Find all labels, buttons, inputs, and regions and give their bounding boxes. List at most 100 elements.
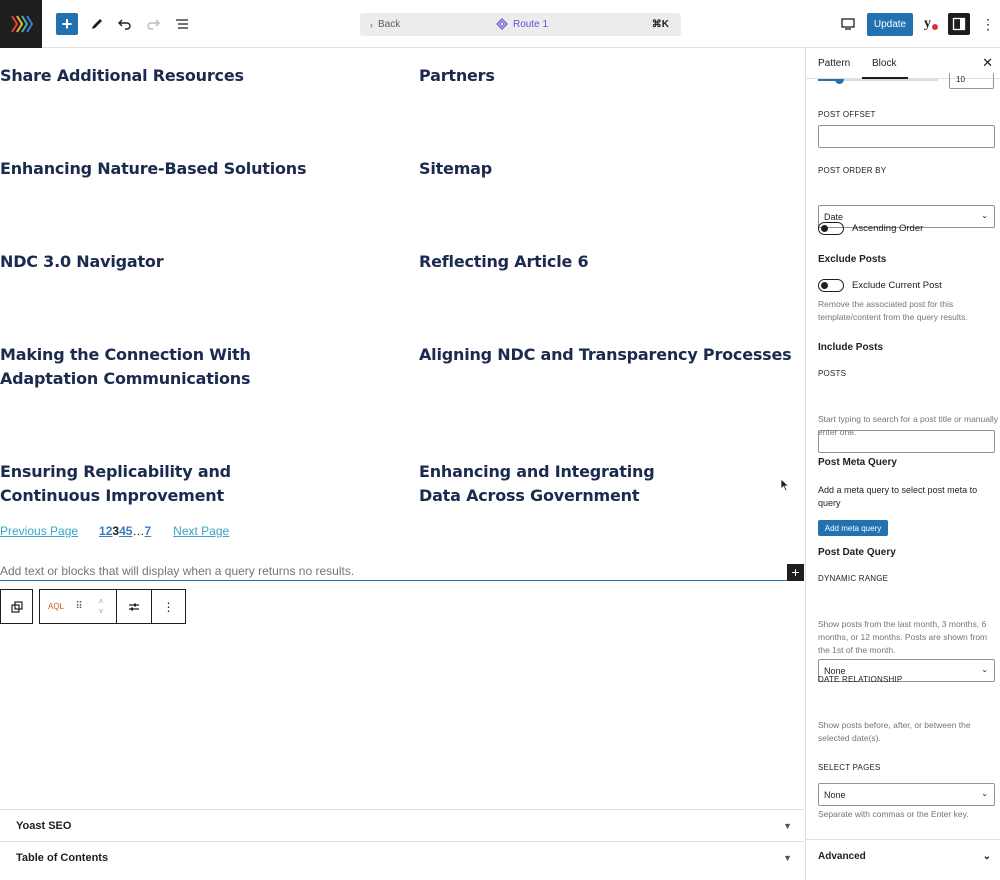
mouse-cursor-icon (780, 478, 790, 492)
dynamic-range-help-text: Show posts from the last month, 3 months… (818, 619, 988, 655)
redo-button[interactable] (141, 12, 165, 36)
ascending-order-toggle[interactable] (818, 222, 844, 235)
tab-pattern[interactable]: Pattern (818, 58, 850, 69)
block-type-button[interactable]: AQL (40, 590, 72, 623)
next-page-link[interactable]: Next Page (173, 524, 229, 538)
block-editor: + ‹ Back Route 1 ⌘K Update y ⋮ Share Add… (0, 0, 1000, 880)
meta-box-table-of-contents[interactable]: Table of Contents ▼ (0, 841, 804, 873)
pencil-icon (92, 19, 102, 29)
post-offset-label: POST OFFSET (818, 110, 876, 119)
meta-query-help-text: Add a meta query to select post meta to … (818, 485, 978, 508)
post-title[interactable]: Partners (419, 64, 495, 88)
post-title[interactable]: Reflecting Article 6 (419, 250, 589, 274)
exclude-current-toggle[interactable] (818, 279, 844, 292)
no-results-placeholder[interactable]: Add text or blocks that will display whe… (0, 564, 804, 581)
pattern-icon (496, 18, 508, 30)
chevron-down-icon: ⌄ (981, 789, 988, 798)
site-logo-button[interactable] (0, 0, 42, 48)
post-offset-input[interactable] (818, 125, 995, 148)
date-relationship-value: None (824, 789, 846, 800)
yoast-icon: y (924, 16, 931, 31)
post-title[interactable]: Sitemap (419, 157, 492, 181)
page-number-link[interactable]: 5 (126, 524, 133, 538)
command-shortcut: ⌘K (651, 19, 669, 30)
exclude-current-toggle-row[interactable]: Exclude Current Post (818, 279, 942, 292)
add-block-button[interactable]: + (787, 564, 804, 581)
previous-page-link[interactable]: Previous Page (0, 524, 78, 538)
add-meta-query-button[interactable]: Add meta query (818, 520, 888, 536)
date-relationship-label: DATE RELATIONSHIP (818, 675, 903, 684)
block-inserter-button[interactable]: + (56, 13, 78, 35)
move-up-icon[interactable]: ˄ (99, 597, 104, 607)
advanced-panel-toggle[interactable]: Advanced ⌄ (806, 839, 1000, 873)
post-title[interactable]: Aligning NDC and Transparency Processes (419, 343, 792, 367)
date-relationship-select[interactable]: None ⌄ (818, 783, 995, 806)
more-vertical-icon: ⋮ (981, 15, 995, 32)
block-type-label: AQL (47, 602, 64, 611)
back-label: Back (378, 19, 401, 30)
document-overview-button[interactable] (170, 12, 194, 36)
settings-sidebar: Pattern Block ✕ 10 POST OFFSET POST ORDE… (805, 48, 1000, 880)
preview-button[interactable] (836, 12, 860, 36)
sidebar-toggle-icon (952, 17, 966, 31)
posts-label: POSTS (818, 369, 847, 378)
post-title[interactable]: Enhancing and Integrating Data Across Go… (419, 460, 664, 508)
slider-thumb[interactable] (835, 79, 844, 84)
caret-down-icon: ▼ (783, 852, 792, 863)
drag-handle[interactable]: ⠿ (72, 590, 86, 623)
back-link[interactable]: ‹ Back (370, 19, 400, 30)
date-relationship-help-text: Show posts before, after, or between the… (818, 720, 971, 743)
select-parent-button[interactable] (1, 590, 32, 623)
more-vertical-icon: ⋮ (162, 599, 175, 614)
yoast-seo-button[interactable]: y (920, 13, 942, 35)
post-title[interactable]: Ensuring Replicability and Continuous Im… (0, 460, 235, 508)
add-meta-query-label: Add meta query (824, 523, 882, 533)
tools-button[interactable] (85, 12, 109, 36)
block-options-button[interactable]: ⋮ (151, 590, 185, 623)
close-icon[interactable]: ✕ (982, 55, 993, 71)
chevron-down-icon: ⌄ (981, 665, 988, 674)
exclude-posts-heading: Exclude Posts (818, 254, 887, 265)
post-order-by-value: Date (824, 211, 844, 222)
post-meta-query-heading: Post Meta Query (818, 457, 897, 468)
post-order-by-label: POST ORDER BY (818, 166, 887, 175)
update-label: Update (873, 19, 907, 30)
chevron-down-icon: ⌄ (982, 851, 991, 862)
route-label: Route 1 (513, 18, 549, 30)
post-title[interactable]: NDC 3.0 Navigator (0, 250, 164, 274)
settings-button[interactable] (948, 13, 970, 35)
desktop-icon (841, 18, 855, 30)
tab-block[interactable]: Block (872, 58, 896, 69)
dynamic-range-value: None (824, 665, 846, 676)
parent-block-icon (10, 600, 23, 613)
route-title[interactable]: Route 1 (496, 18, 548, 30)
ascending-order-label: Ascending Order (852, 223, 924, 234)
options-menu-button[interactable]: ⋮ (976, 12, 1000, 36)
exclude-current-label: Exclude Current Post (852, 280, 942, 291)
yoast-status-dot (932, 24, 938, 30)
page-number-link[interactable]: 7 (144, 524, 151, 538)
drag-handle-icon: ⠿ (75, 601, 83, 612)
posts-per-page-input[interactable]: 10 (949, 73, 994, 89)
block-controls-group: AQL ⠿ ˄ ˅ ⋮ (39, 589, 186, 624)
post-title[interactable]: Making the Connection With Adaptation Co… (0, 343, 265, 391)
block-settings-button[interactable] (116, 590, 151, 623)
undo-button[interactable] (113, 12, 137, 36)
page-number-link[interactable]: 4 (119, 524, 126, 538)
command-bar[interactable]: ‹ Back Route 1 ⌘K (360, 13, 681, 36)
move-down-icon[interactable]: ˅ (99, 607, 104, 617)
posts-per-page-slider[interactable] (818, 79, 938, 85)
meta-box-title: Yoast SEO (16, 819, 72, 832)
meta-box-yoast-seo[interactable]: Yoast SEO ▼ (0, 809, 804, 841)
ascending-order-toggle-row[interactable]: Ascending Order (818, 222, 923, 235)
post-title[interactable]: Share Additional Resources (0, 64, 244, 88)
undo-icon (118, 19, 131, 30)
dynamic-range-label: DYNAMIC RANGE (818, 574, 889, 583)
block-toolbar: AQL ⠿ ˄ ˅ ⋮ (0, 589, 186, 624)
page-number-link[interactable]: 1 (99, 524, 106, 538)
page-number-link[interactable]: 2 (106, 524, 113, 538)
post-title[interactable]: Enhancing Nature-Based Solutions (0, 157, 307, 181)
update-button[interactable]: Update (867, 13, 913, 36)
current-page-number: 3 (112, 524, 120, 538)
chevron-left-icon: ‹ (370, 19, 373, 30)
